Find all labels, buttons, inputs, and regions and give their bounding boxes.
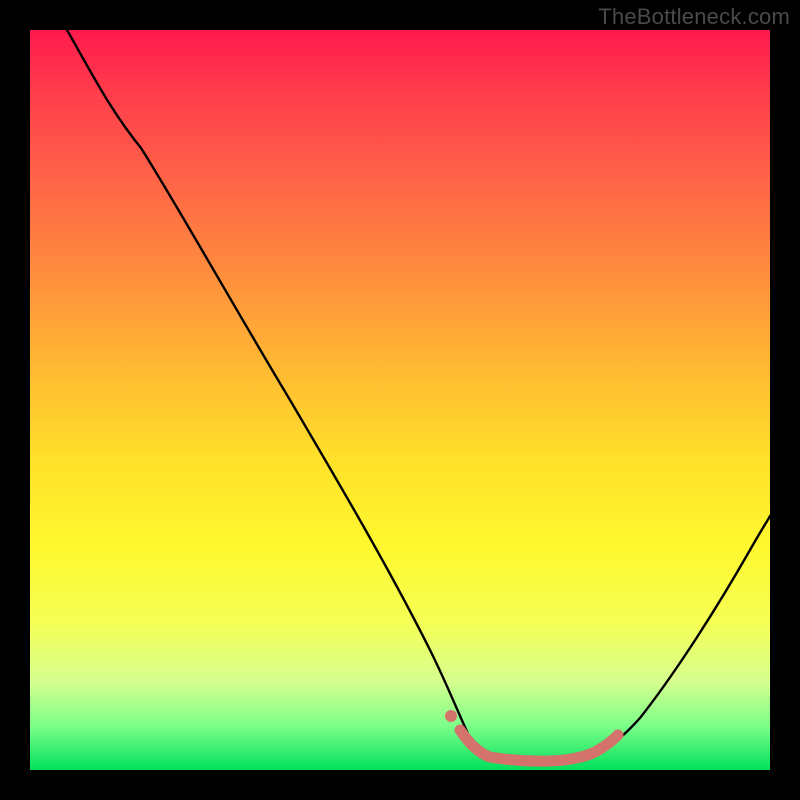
plot-area: [30, 30, 770, 770]
trough-highlight: [460, 730, 618, 761]
curve-svg: [30, 30, 770, 770]
bottleneck-curve: [67, 30, 770, 761]
watermark-text: TheBottleneck.com: [598, 4, 790, 30]
trough-start-dot: [445, 710, 457, 722]
chart-frame: TheBottleneck.com: [0, 0, 800, 800]
